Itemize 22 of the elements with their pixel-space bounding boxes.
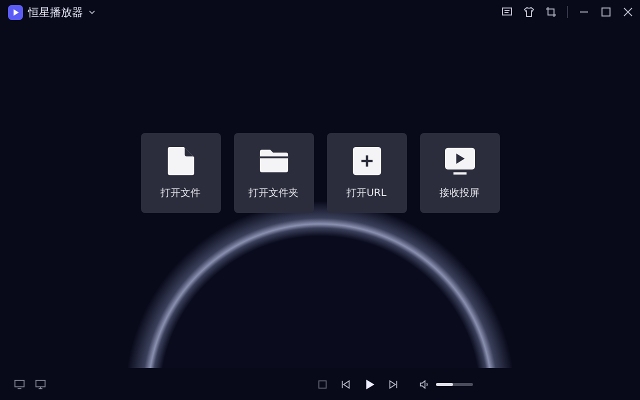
chevron-down-icon[interactable] bbox=[88, 8, 96, 16]
add-icon bbox=[352, 146, 382, 176]
volume-slider[interactable] bbox=[436, 382, 473, 386]
play-logo-icon bbox=[8, 4, 23, 20]
next-icon[interactable] bbox=[388, 378, 399, 390]
crop-icon[interactable] bbox=[545, 6, 557, 18]
maximize-icon[interactable] bbox=[600, 6, 612, 18]
action-card[interactable]: 接收投屏 bbox=[420, 133, 500, 213]
monitor-icon[interactable] bbox=[35, 378, 46, 390]
action-card[interactable]: 打开URL bbox=[326, 133, 406, 213]
shirt-icon[interactable] bbox=[523, 6, 535, 18]
action-card[interactable]: 打开文件 bbox=[140, 133, 220, 213]
app-title: 恒星播放器 bbox=[28, 4, 83, 20]
file-icon bbox=[166, 146, 196, 176]
tv-play-icon bbox=[444, 146, 474, 176]
stop-icon[interactable] bbox=[317, 378, 328, 390]
action-card[interactable]: 打开文件夹 bbox=[234, 133, 314, 213]
previous-icon[interactable] bbox=[340, 378, 351, 390]
message-icon[interactable] bbox=[501, 6, 513, 18]
speaker-icon[interactable] bbox=[419, 378, 430, 390]
tv-icon[interactable] bbox=[14, 378, 25, 390]
close-icon[interactable] bbox=[622, 6, 634, 18]
